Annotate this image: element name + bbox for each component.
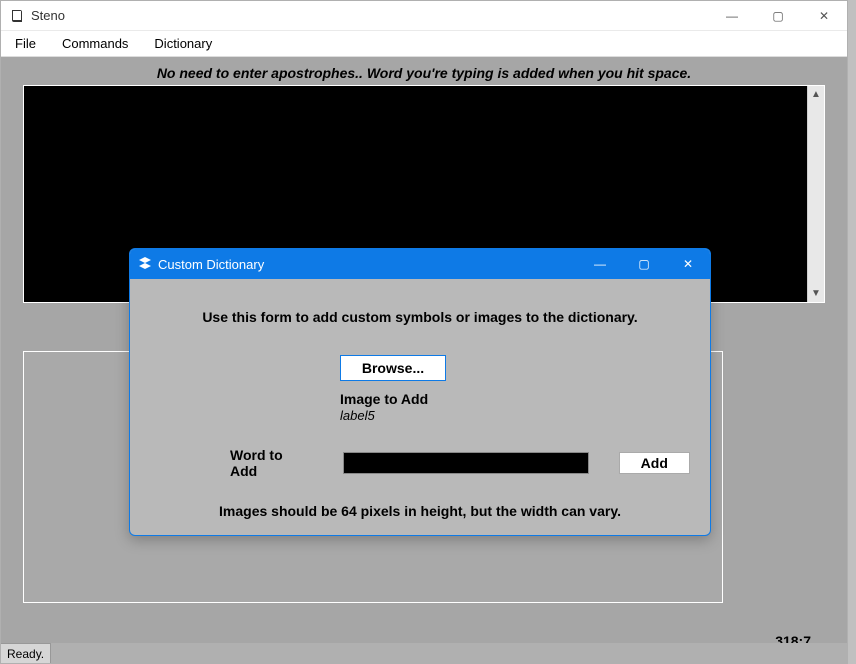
hint-text: No need to enter apostrophes.. Word you'…: [1, 65, 847, 81]
dialog-maximize-button[interactable]: ▢: [622, 249, 666, 279]
menu-file[interactable]: File: [11, 34, 40, 53]
dialog-heading: Use this form to add custom symbols or i…: [150, 309, 690, 325]
dialog-close-button[interactable]: ✕: [666, 249, 710, 279]
dialog-title: Custom Dictionary: [158, 257, 264, 272]
dialog-footer-text: Images should be 64 pixels in height, bu…: [150, 503, 690, 519]
menubar: File Commands Dictionary: [1, 31, 847, 57]
word-to-add-label: Word to Add: [230, 447, 313, 479]
book-icon: [9, 8, 25, 24]
menu-commands[interactable]: Commands: [58, 34, 132, 53]
close-button[interactable]: ✕: [801, 1, 847, 30]
scroll-down-icon[interactable]: ▼: [808, 285, 824, 302]
minimize-button[interactable]: —: [709, 1, 755, 30]
status-text: Ready.: [1, 643, 51, 663]
image-to-add-label: Image to Add: [340, 391, 690, 407]
statusbar: Ready.: [1, 643, 847, 663]
menu-dictionary[interactable]: Dictionary: [150, 34, 216, 53]
editor-scrollbar[interactable]: ▲ ▼: [807, 86, 824, 302]
word-input[interactable]: [343, 452, 589, 474]
custom-dictionary-dialog: Custom Dictionary — ▢ ✕ Use this form to…: [129, 248, 711, 536]
window-title: Steno: [31, 8, 65, 23]
add-button[interactable]: Add: [619, 452, 690, 474]
layers-icon: [138, 256, 152, 273]
dialog-window-controls: — ▢ ✕: [578, 249, 710, 279]
window-controls: — ▢ ✕: [709, 1, 847, 30]
dialog-titlebar[interactable]: Custom Dictionary — ▢ ✕: [130, 249, 710, 279]
maximize-button[interactable]: ▢: [755, 1, 801, 30]
browse-button[interactable]: Browse...: [340, 355, 446, 381]
label5-text: label5: [340, 408, 690, 423]
dialog-body: Use this form to add custom symbols or i…: [130, 309, 710, 536]
dialog-minimize-button[interactable]: —: [578, 249, 622, 279]
scroll-up-icon[interactable]: ▲: [808, 86, 824, 103]
titlebar[interactable]: Steno — ▢ ✕: [1, 1, 847, 31]
